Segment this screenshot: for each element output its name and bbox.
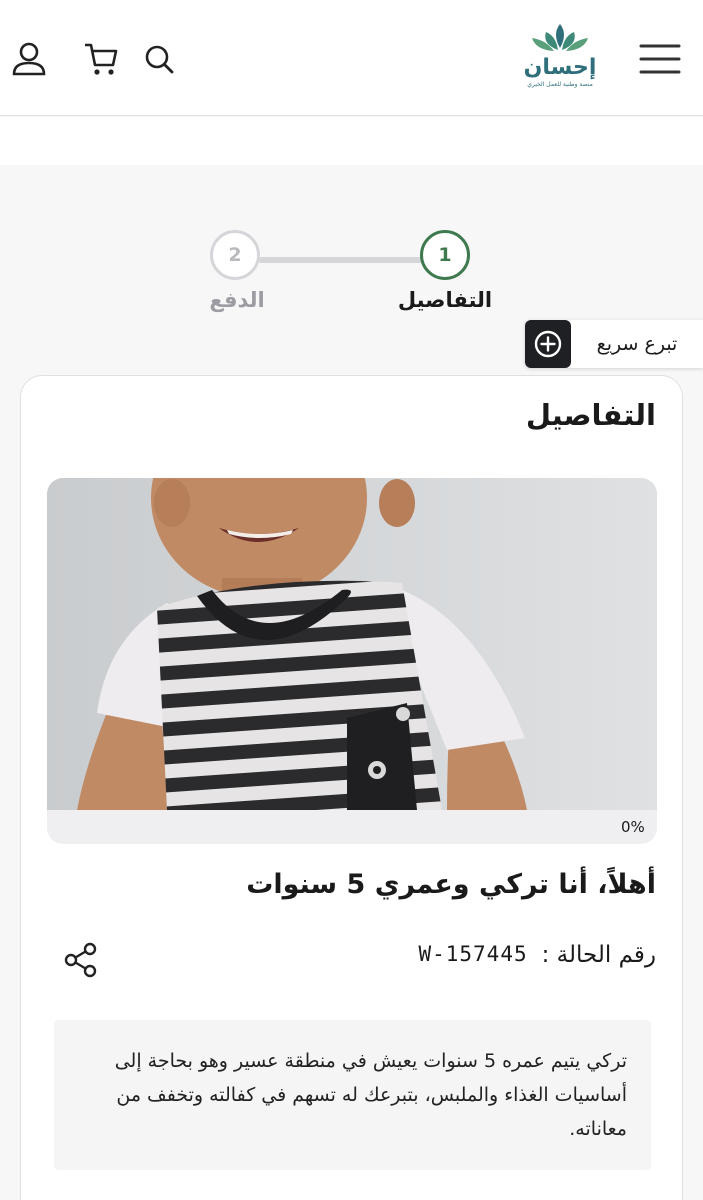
sub-header-bar xyxy=(0,117,703,165)
step-1-circle[interactable]: 1 xyxy=(420,230,470,280)
search-icon[interactable] xyxy=(140,40,178,78)
step-2-circle[interactable]: 2 xyxy=(210,230,260,280)
stepper-connector xyxy=(258,257,422,263)
quick-donate-label: تبرع سريع xyxy=(596,333,678,355)
details-card: التفاصيل 0% أهلاً، أنا تركي وعمري 5 سنوا… xyxy=(20,375,683,1200)
checkout-stepper: 1 2 التفاصيل الدفع xyxy=(0,228,703,328)
section-title: التفاصيل xyxy=(525,398,656,432)
case-number-label: رقم الحالة : xyxy=(541,942,656,968)
case-description: تركي يتيم عمره 5 سنوات يعيش في منطقة عسي… xyxy=(54,1020,651,1170)
top-header: إحسان منصة وطنية للعمل الخيري xyxy=(0,0,703,116)
ehsan-logo[interactable]: إحسان منصة وطنية للعمل الخيري xyxy=(523,20,597,100)
share-icon[interactable] xyxy=(63,942,99,978)
funding-progress-percent: 0% xyxy=(621,818,645,836)
case-number-row: رقم الحالة : W-157445 xyxy=(418,942,656,968)
cart-icon[interactable] xyxy=(82,40,120,78)
logo-tagline: منصة وطنية للعمل الخيري xyxy=(527,81,593,88)
logo-wordmark: إحسان xyxy=(523,55,597,80)
user-icon[interactable] xyxy=(10,40,48,78)
case-heading: أهلاً، أنا تركي وعمري 5 سنوات xyxy=(246,869,656,900)
case-number-value: W-157445 xyxy=(418,942,528,966)
case-photo xyxy=(47,478,657,810)
step-1-label: التفاصيل xyxy=(397,288,493,312)
case-image-container: 0% xyxy=(47,478,657,844)
menu-icon[interactable] xyxy=(638,40,682,78)
plus-circle-icon xyxy=(525,320,571,368)
logo-leaves-icon xyxy=(532,24,588,51)
step-2-label: الدفع xyxy=(209,288,265,312)
quick-donate-button[interactable]: تبرع سريع xyxy=(525,320,703,368)
